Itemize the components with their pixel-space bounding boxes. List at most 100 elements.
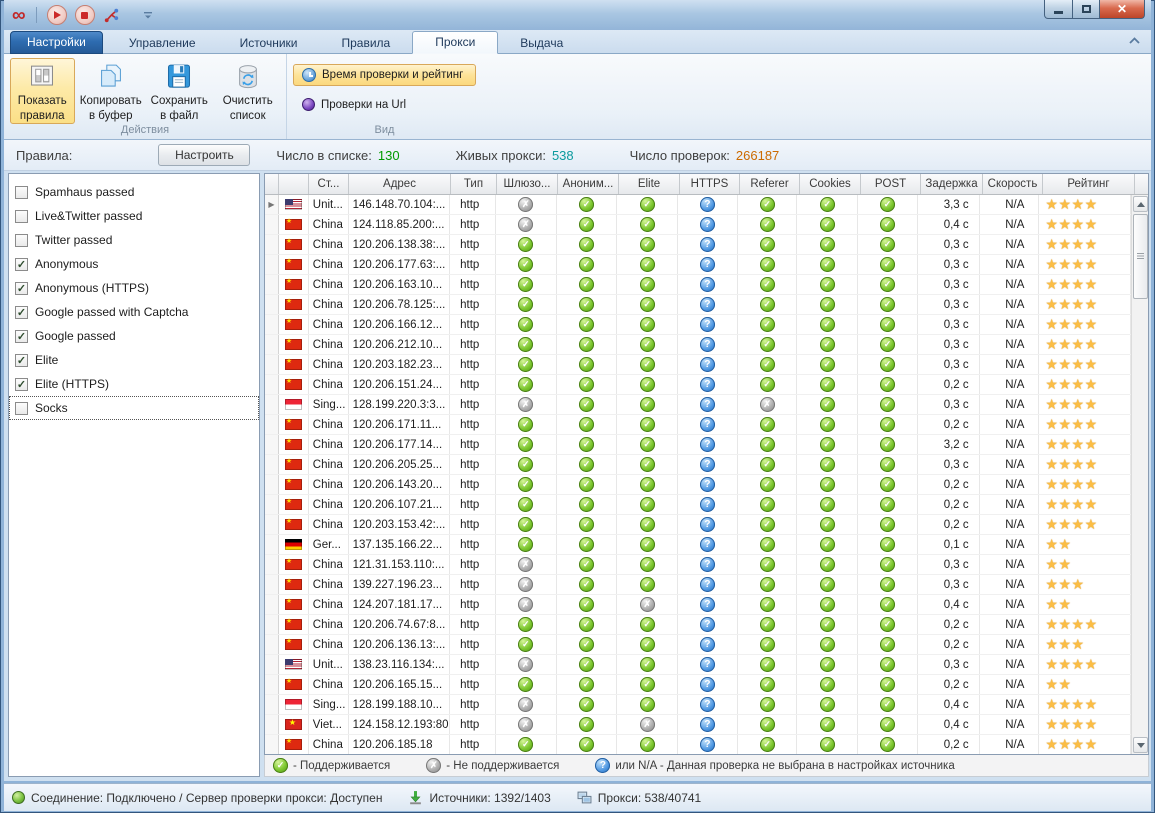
column-header-elite[interactable]: Elite [619, 174, 680, 194]
checkbox[interactable] [15, 186, 28, 199]
table-row[interactable]: China124.118.85.200:...http✗✓✓?✓✓✓0,4 сN… [265, 215, 1131, 235]
rule-checkbox-item[interactable]: ✓Google passed with Captcha [9, 300, 259, 324]
scroll-up-arrow[interactable] [1133, 196, 1148, 212]
column-header-рейтинг[interactable]: Рейтинг [1043, 174, 1135, 194]
rule-checkbox-item[interactable]: ✓Anonymous (HTTPS) [9, 276, 259, 300]
rule-checkbox-item[interactable]: Twitter passed [9, 228, 259, 252]
url-checks-toggle[interactable]: Проверки на Url [293, 94, 476, 115]
copy-to-clipboard-button[interactable]: Копировать в буфер [79, 58, 144, 124]
rating-cell: ★★★★ [1039, 355, 1131, 374]
table-row[interactable]: China120.206.107.21...http✓✓✓?✓✓✓0,2 сN/… [265, 495, 1131, 515]
checkbox[interactable] [15, 402, 28, 415]
table-row[interactable]: China124.207.181.17...http✗✓✗?✓✓✓0,4 сN/… [265, 595, 1131, 615]
checkbox-checked[interactable]: ✓ [15, 306, 28, 319]
column-header-аноним[interactable]: Аноним... [558, 174, 619, 194]
column-header-https[interactable]: HTTPS [680, 174, 740, 194]
column-header-referer[interactable]: Referer [740, 174, 800, 194]
tab-vydacha[interactable]: Выдача [498, 33, 585, 54]
rule-checkbox-item[interactable]: ✓Elite (HTTPS) [9, 372, 259, 396]
table-row[interactable]: Sing...128.199.188.10...http✗✓✓?✓✓✓0,4 с… [265, 695, 1131, 715]
scroll-down-arrow[interactable] [1133, 737, 1148, 753]
table-row[interactable]: China120.206.74.67:8...http✓✓✓?✓✓✓0,2 сN… [265, 615, 1131, 635]
tab-proksi[interactable]: Прокси [412, 31, 498, 54]
checkbox-checked[interactable]: ✓ [15, 378, 28, 391]
clear-list-button[interactable]: Очистить список [216, 58, 281, 124]
rule-checkbox-item[interactable]: ✓Elite [9, 348, 259, 372]
checkbox-checked[interactable]: ✓ [15, 282, 28, 295]
country-cell: Unit... [309, 195, 349, 214]
column-header-задержка[interactable]: Задержка [921, 174, 983, 194]
column-header[interactable] [279, 174, 309, 194]
address-cell: 128.199.220.3:3... [349, 395, 451, 414]
column-header[interactable] [265, 174, 279, 194]
table-row[interactable]: China120.206.185.18http✓✓✓?✓✓✓0,2 сN/A★★… [265, 735, 1131, 754]
minimize-button[interactable] [1044, 0, 1073, 19]
scrollbar-thumb[interactable] [1133, 214, 1148, 299]
table-row[interactable]: China120.206.143.20...http✓✓✓?✓✓✓0,2 сN/… [265, 475, 1131, 495]
table-row[interactable]: China120.206.138.38:...http✓✓✓?✓✓✓0,3 сN… [265, 235, 1131, 255]
table-row[interactable]: Sing...128.199.220.3:3...http✗✓✓?✗✓✓0,3 … [265, 395, 1131, 415]
table-row[interactable]: China120.203.182.23...http✓✓✓?✓✓✓0,3 сN/… [265, 355, 1131, 375]
toolbar-options-icon[interactable] [142, 9, 154, 21]
table-row[interactable]: China120.206.205.25...http✓✓✓?✓✓✓0,3 сN/… [265, 455, 1131, 475]
stop-button[interactable] [75, 5, 95, 25]
save-to-file-button[interactable]: Сохранить в файл [147, 58, 212, 124]
checkbox-checked[interactable]: ✓ [15, 258, 28, 271]
table-row[interactable]: China120.206.171.11...http✓✓✓?✓✓✓0,2 сN/… [265, 415, 1131, 435]
table-row[interactable]: China120.206.163.10...http✓✓✓?✓✓✓0,3 сN/… [265, 275, 1131, 295]
table-row[interactable]: China120.206.177.14...http✓✓✓?✓✓✓3,2 сN/… [265, 435, 1131, 455]
table-row[interactable]: China120.206.212.10...http✓✓✓?✓✓✓0,3 сN/… [265, 335, 1131, 355]
table-row[interactable]: ▶Unit...146.148.70.104:...http✗✓✓?✓✓✓3,3… [265, 195, 1131, 215]
column-header-post[interactable]: POST [861, 174, 921, 194]
check-supported-icon: ✓ [579, 437, 594, 452]
table-row[interactable]: China120.206.165.15...http✓✓✓?✓✓✓0,2 сN/… [265, 675, 1131, 695]
table-row[interactable]: China120.206.78.125:...http✓✓✓?✓✓✓0,3 сN… [265, 295, 1131, 315]
show-rules-button[interactable]: Показать правила [10, 58, 75, 124]
check-time-rating-toggle[interactable]: Время проверки и рейтинг [293, 64, 476, 86]
table-row[interactable]: China120.203.153.42:...http✓✓✓?✓✓✓0,2 сN… [265, 515, 1131, 535]
table-row[interactable]: China139.227.196.23...http✗✓✓?✓✓✓0,3 сN/… [265, 575, 1131, 595]
table-row[interactable]: China121.31.153.110:...http✗✓✓?✓✓✓0,3 сN… [265, 555, 1131, 575]
close-button[interactable]: ✕ [1100, 0, 1145, 19]
table-row[interactable]: China120.206.136.13:...http✓✓✓?✓✓✓0,2 сN… [265, 635, 1131, 655]
column-header-адрес[interactable]: Адрес [349, 174, 451, 194]
star-rating: ★★★★ [1039, 296, 1097, 313]
chevron-up-icon[interactable] [1128, 36, 1141, 45]
row-marker-cell [265, 355, 279, 374]
tab-istochniki[interactable]: Источники [218, 33, 320, 54]
start-button[interactable] [47, 5, 67, 25]
checkbox[interactable] [15, 210, 28, 223]
table-row[interactable]: Viet...124.158.12.193:80http✗✓✗?✓✓✓0,4 с… [265, 715, 1131, 735]
table-row[interactable]: China120.206.177.63:...http✓✓✓?✓✓✓0,3 сN… [265, 255, 1131, 275]
column-header-шлюзо[interactable]: Шлюзо... [497, 174, 558, 194]
tab-pravila[interactable]: Правила [320, 33, 413, 54]
table-row[interactable]: China120.206.166.12...http✓✓✓?✓✓✓0,3 сN/… [265, 315, 1131, 335]
check-supported-icon: ✓ [880, 637, 895, 652]
table-row[interactable]: Unit...138.23.116.134:...http✗✓✓?✓✓✓0,3 … [265, 655, 1131, 675]
column-header-скорость[interactable]: Скорость [983, 174, 1043, 194]
vertical-scrollbar[interactable] [1131, 195, 1148, 754]
question-unknown-icon: ? [700, 297, 715, 312]
checkbox-checked[interactable]: ✓ [15, 354, 28, 367]
column-header-ст[interactable]: Ст... [309, 174, 349, 194]
table-row[interactable]: Ger...137.135.166.22...http✓✓✓?✓✓✓0,1 сN… [265, 535, 1131, 555]
rule-checkbox-item[interactable]: ✓Anonymous [9, 252, 259, 276]
checkbox[interactable] [15, 234, 28, 247]
column-header-тип[interactable]: Тип [451, 174, 497, 194]
column-header-cookies[interactable]: Cookies [800, 174, 861, 194]
legend-unknown: ? или N/A - Данная проверка не выбрана в… [595, 758, 954, 773]
delay-cell: 0,1 с [918, 535, 980, 554]
maximize-button[interactable] [1073, 0, 1100, 19]
rule-checkbox-item[interactable]: ✓Google passed [9, 324, 259, 348]
tab-upravlenie[interactable]: Управление [107, 33, 218, 54]
checkbox-checked[interactable]: ✓ [15, 330, 28, 343]
row-marker-cell [265, 515, 279, 534]
table-row[interactable]: China120.206.151.24...http✓✓✓?✓✓✓0,2 сN/… [265, 375, 1131, 395]
tab-nastroyki[interactable]: Настройки [10, 31, 103, 54]
rule-checkbox-item[interactable]: Spamhaus passed [9, 180, 259, 204]
rule-checkbox-item[interactable]: Socks [9, 396, 259, 420]
rule-checkbox-item[interactable]: Live&Twitter passed [9, 204, 259, 228]
configure-button[interactable]: Настроить [158, 144, 250, 166]
type-cell: http [450, 195, 496, 214]
tools-icon[interactable] [103, 7, 120, 24]
